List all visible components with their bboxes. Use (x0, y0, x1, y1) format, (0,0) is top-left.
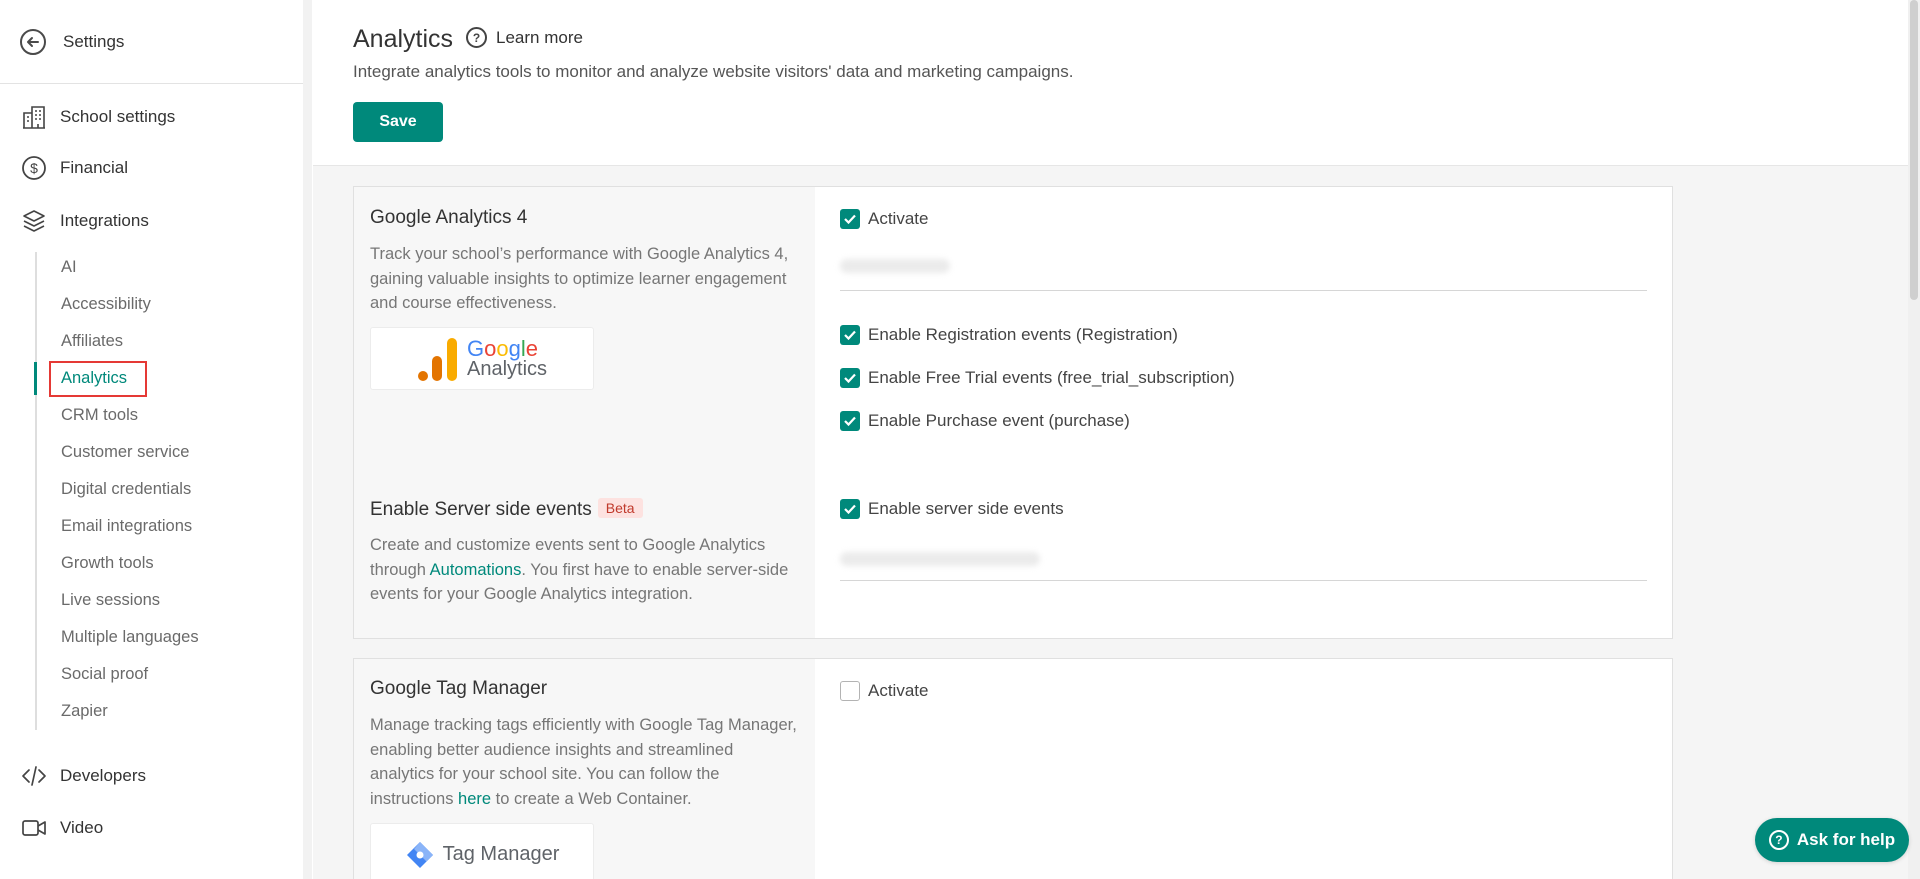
sidebar-item-video[interactable]: Video (20, 813, 103, 843)
video-icon (20, 814, 48, 842)
instructions-link[interactable]: here (458, 790, 491, 808)
sidebar-item-ai[interactable]: AI (61, 258, 77, 277)
google-tag-manager-card: Google Tag Manager Manage tracking tags … (353, 658, 1673, 879)
api-secret-input[interactable] (840, 580, 1647, 581)
sidebar-item-social-proof[interactable]: Social proof (61, 665, 148, 684)
server-side-title: Enable Server side events Beta (370, 498, 643, 521)
desc-text: to create a Web Container. (491, 789, 692, 808)
sidebar-item-multiple-languages[interactable]: Multiple languages (61, 628, 199, 647)
ask-for-help-button[interactable]: ? Ask for help (1755, 818, 1909, 862)
sidebar-item-label: Video (60, 818, 104, 837)
sidebar-item-integrations[interactable]: Integrations (20, 206, 149, 236)
sidebar-item-email-integrations[interactable]: Email integrations (61, 517, 192, 536)
dollar-circle-icon: $ (20, 154, 48, 182)
sidebar-divider (0, 83, 312, 84)
free-trial-events-checkbox[interactable]: Enable Free Trial events (free_trial_sub… (840, 368, 1235, 388)
gtm-title: Google Tag Manager (370, 678, 548, 699)
sidebar-item-label: Developers (60, 766, 146, 785)
page-header (313, 0, 1908, 166)
checkbox-label: Enable Registration events (Registration… (868, 325, 1178, 344)
logo-google-text: Google (466, 335, 538, 361)
checkbox-checked-icon (840, 368, 860, 388)
card-info-panel: Google Analytics 4 Track your school’s p… (354, 187, 815, 638)
page-title: Analytics (353, 25, 454, 53)
sidebar-item-affiliates[interactable]: Affiliates (61, 332, 123, 351)
checkbox-label: Enable server side events (868, 499, 1064, 518)
server-side-events-checkbox[interactable]: Enable server side events (840, 499, 1064, 519)
tag-manager-diamond-icon (406, 841, 433, 868)
sidebar-item-zapier[interactable]: Zapier (61, 702, 108, 721)
google-analytics-logo: Google Analytics (370, 327, 594, 390)
ga4-activate-checkbox[interactable]: Activate (840, 209, 928, 229)
submenu-active-indicator (34, 362, 37, 395)
ask-for-help-label: Ask for help (1796, 830, 1896, 849)
gtm-activate-checkbox[interactable]: Activate (840, 681, 928, 701)
server-side-title-text: Enable Server side events (370, 499, 592, 520)
back-label: Settings (63, 32, 125, 51)
ga4-title: Google Analytics 4 (370, 207, 528, 228)
sidebar-scrollbar[interactable] (303, 0, 312, 879)
automations-link[interactable]: Automations (430, 561, 522, 579)
sidebar: Settings School settings $ Financial Int… (0, 0, 312, 879)
registration-events-checkbox[interactable]: Enable Registration events (Registration… (840, 325, 1178, 345)
checkbox-label: Enable Free Trial events (free_trial_sub… (868, 368, 1235, 387)
checkbox-checked-icon (840, 411, 860, 431)
gtm-description: Manage tracking tags efficiently with Go… (370, 713, 800, 811)
page-scrollbar-thumb[interactable] (1910, 0, 1918, 300)
api-secret-value (840, 552, 1040, 566)
sidebar-item-label: School settings (60, 107, 176, 126)
analytics-bars-icon (417, 337, 457, 381)
sidebar-item-label: Financial (60, 158, 129, 177)
sidebar-item-accessibility[interactable]: Accessibility (61, 295, 151, 314)
checkbox-checked-icon (840, 499, 860, 519)
save-button[interactable]: Save (353, 102, 443, 142)
learn-more-label: Learn more (496, 27, 583, 47)
svg-text:$: $ (30, 160, 38, 176)
checkbox-checked-icon (840, 209, 860, 229)
ga4-description: Track your school’s performance with Goo… (370, 245, 789, 312)
layers-icon (20, 207, 48, 235)
back-to-settings-button[interactable]: Settings (20, 26, 124, 58)
submenu-rail (35, 252, 37, 730)
sidebar-item-growth-tools[interactable]: Growth tools (61, 554, 154, 573)
logo-analytics-text: Analytics (466, 357, 548, 380)
sidebar-item-financial[interactable]: $ Financial (20, 153, 128, 183)
measurement-id-value (840, 259, 950, 273)
tag-manager-text: Tag Manager (442, 843, 560, 865)
building-icon (20, 103, 48, 131)
sidebar-item-crm-tools[interactable]: CRM tools (61, 406, 138, 425)
purchase-event-checkbox[interactable]: Enable Purchase event (purchase) (840, 411, 1130, 431)
sidebar-item-analytics[interactable]: Analytics (61, 369, 127, 388)
measurement-id-input[interactable] (840, 290, 1647, 291)
learn-more-link[interactable]: ? Learn more (466, 27, 583, 48)
sidebar-item-label: Integrations (60, 211, 149, 230)
tag-manager-logo: Tag Manager (370, 823, 594, 879)
sidebar-item-live-sessions[interactable]: Live sessions (61, 591, 160, 610)
checkbox-checked-icon (840, 325, 860, 345)
server-side-description: Create and customize events sent to Goog… (370, 533, 800, 607)
checkbox-unchecked-icon (840, 681, 860, 701)
page-subtitle: Integrate analytics tools to monitor and… (353, 62, 1074, 81)
checkbox-label: Enable Purchase event (purchase) (868, 411, 1130, 430)
sidebar-item-school-settings[interactable]: School settings (20, 102, 175, 132)
question-circle-icon: ? (1768, 830, 1789, 850)
code-icon (20, 762, 48, 790)
question-circle-icon: ? (466, 27, 487, 48)
checkbox-label: Activate (868, 209, 929, 228)
arrow-left-icon (20, 29, 46, 55)
sidebar-item-digital-credentials[interactable]: Digital credentials (61, 480, 191, 499)
checkbox-label: Activate (868, 681, 929, 700)
sidebar-item-customer-service[interactable]: Customer service (61, 443, 189, 462)
sidebar-item-developers[interactable]: Developers (20, 761, 146, 791)
card-info-panel: Google Tag Manager Manage tracking tags … (354, 659, 815, 879)
beta-badge: Beta (597, 498, 643, 518)
